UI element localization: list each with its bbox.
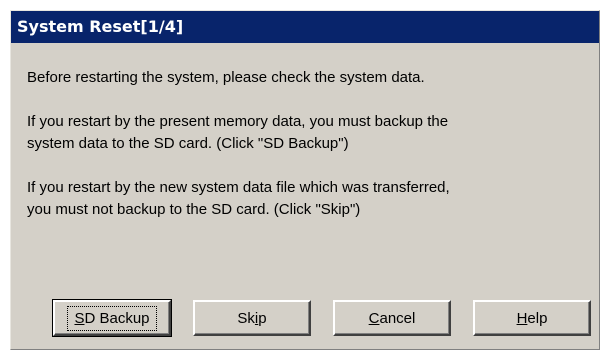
label-rest: D Backup — [84, 309, 150, 327]
mnemonic: H — [516, 309, 528, 327]
message-skip-instructions: If you restart by the new system data fi… — [27, 177, 450, 221]
cancel-button[interactable]: Cancel — [333, 300, 451, 336]
help-button-label: Help — [517, 310, 548, 327]
system-reset-dialog: System Reset[1/4] Before restarting the … — [10, 10, 600, 350]
message-line: Before restarting the system, please che… — [27, 69, 425, 86]
message-backup-instructions: If you restart by the present memory dat… — [27, 111, 448, 155]
message-line: system data to the SD card. (Click "SD B… — [27, 135, 349, 152]
label-rest: p — [258, 309, 267, 327]
dialog-title: System Reset[1/4] — [11, 11, 599, 43]
cancel-button-label: Cancel — [369, 310, 416, 327]
mnemonic: S — [74, 309, 85, 327]
sd-backup-button-label: SD Backup — [67, 305, 157, 331]
skip-button-label: Skip — [237, 310, 266, 327]
skip-button[interactable]: Skip — [193, 300, 311, 336]
help-button[interactable]: Help — [473, 300, 591, 336]
mnemonic: C — [368, 309, 380, 327]
message-line: you must not backup to the SD card. (Cli… — [27, 201, 361, 218]
message-line: If you restart by the present memory dat… — [27, 113, 449, 130]
sd-backup-button[interactable]: SD Backup — [52, 299, 172, 337]
message-check-data: Before restarting the system, please che… — [27, 67, 425, 89]
label-rest: elp — [527, 309, 548, 327]
label-rest: ancel — [379, 309, 416, 327]
message-line: If you restart by the new system data fi… — [27, 179, 450, 196]
label-pre: Sk — [237, 309, 255, 327]
